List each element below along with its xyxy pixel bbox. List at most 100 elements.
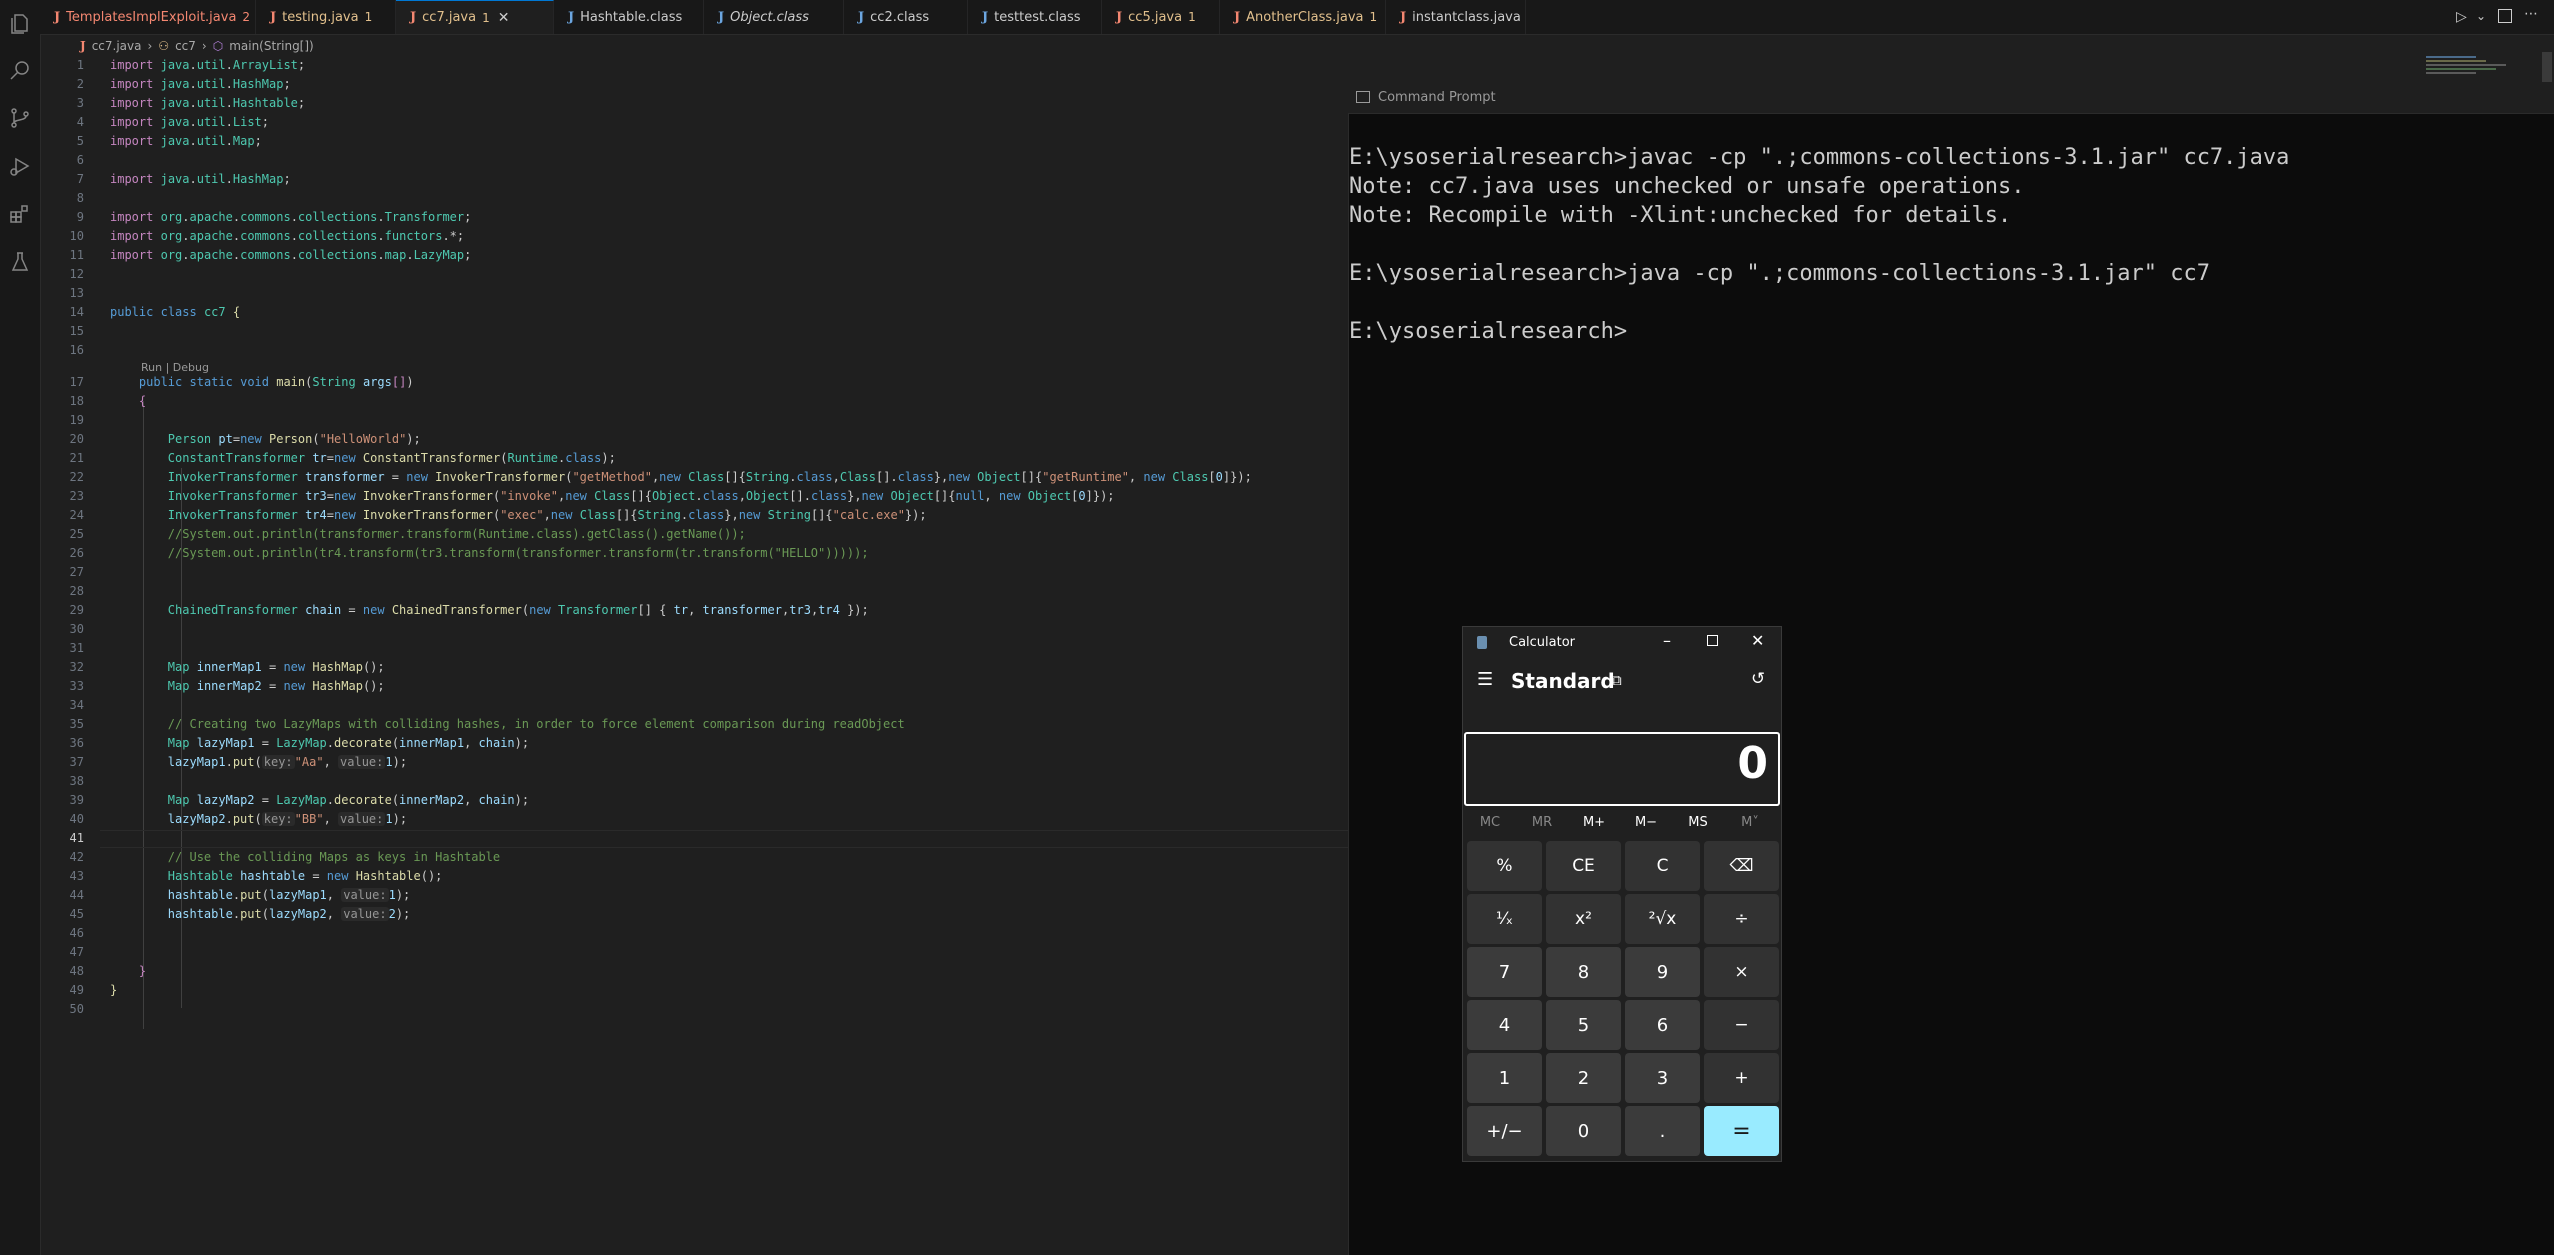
run-icon[interactable]: ▷ (2456, 9, 2467, 25)
code-line: Map lazyMap1 = LazyMap.decorate(innerMap… (167, 736, 530, 750)
memory-store-button[interactable]: MS (1673, 815, 1723, 830)
line-number: 4 (76, 115, 84, 129)
breadcrumb-method[interactable]: main(String[]) (229, 39, 314, 53)
line-number: 36 (69, 736, 84, 750)
line-number: 28 (69, 584, 84, 598)
line-number: 13 (69, 286, 84, 300)
memory-clear-button[interactable]: MC (1465, 815, 1515, 830)
digit-1-button[interactable]: 1 (1467, 1053, 1542, 1103)
close-icon[interactable]: ✕ (498, 10, 510, 26)
line-number: 43 (69, 869, 84, 883)
hamburger-menu-icon[interactable]: ☰ (1477, 669, 1493, 690)
backspace-button[interactable]: ⌫ (1704, 841, 1779, 891)
keep-on-top-icon[interactable]: ⧉ (1611, 671, 1622, 689)
subtract-button[interactable]: − (1704, 1000, 1779, 1050)
activity-bar (0, 0, 41, 1255)
extensions-icon[interactable] (8, 202, 32, 226)
digit-5-button[interactable]: 5 (1546, 1000, 1621, 1050)
search-icon[interactable] (8, 58, 32, 82)
breadcrumb-class[interactable]: cc7 (175, 39, 196, 53)
equals-button[interactable]: = (1704, 1106, 1779, 1156)
code-line: import java.util.ArrayList; (110, 58, 306, 72)
negate-button[interactable]: +/− (1467, 1106, 1542, 1156)
chevron-down-icon[interactable]: ⌄ (2476, 9, 2486, 23)
minimap-slider[interactable] (2542, 52, 2552, 82)
line-number: 12 (69, 267, 84, 281)
line-number: 37 (69, 755, 84, 769)
reciprocal-button[interactable]: ¹⁄ₓ (1467, 894, 1542, 944)
tab-testtest-class[interactable]: J testtest.class (968, 0, 1102, 34)
run-debug-codelens[interactable]: Run | Debug (141, 361, 209, 374)
digit-3-button[interactable]: 3 (1625, 1053, 1700, 1103)
line-number: 42 (69, 850, 84, 864)
memory-list-button[interactable]: M˅ (1725, 815, 1775, 830)
history-icon[interactable]: ↺ (1751, 669, 1765, 689)
line-number: 5 (76, 134, 84, 148)
percent-button[interactable]: % (1467, 841, 1542, 891)
digit-8-button[interactable]: 8 (1546, 947, 1621, 997)
explorer-icon[interactable] (8, 12, 32, 36)
memory-subtract-button[interactable]: M− (1621, 815, 1671, 830)
tab-hashtable-class[interactable]: J Hashtable.class (554, 0, 704, 34)
memory-recall-button[interactable]: MR (1517, 815, 1567, 830)
line-number: 48 (69, 964, 84, 978)
line-number: 15 (69, 324, 84, 338)
code-line: lazyMap2.put(key: "BB", value: 1); (167, 812, 408, 826)
digit-4-button[interactable]: 4 (1467, 1000, 1542, 1050)
testing-icon[interactable] (8, 250, 32, 274)
digit-6-button[interactable]: 6 (1625, 1000, 1700, 1050)
line-number: 19 (69, 413, 84, 427)
source-control-icon[interactable] (8, 106, 32, 130)
minimap[interactable] (2424, 52, 2554, 82)
close-icon[interactable]: ✕ (1751, 631, 1764, 650)
digit-2-button[interactable]: 2 (1546, 1053, 1621, 1103)
line-number: 38 (69, 774, 84, 788)
more-actions-icon[interactable]: ⋯ (2524, 6, 2538, 22)
tab-cc5[interactable]: J cc5.java 1 (1102, 0, 1220, 34)
code-line: public static void main(String args[]) (138, 375, 414, 389)
tab-templatesimplexploit[interactable]: J TemplatesImplExploit.java 2 (40, 0, 256, 34)
clear-button[interactable]: C (1625, 841, 1700, 891)
clear-entry-button[interactable]: CE (1546, 841, 1621, 891)
maximize-icon[interactable] (1707, 635, 1718, 646)
code-line: import org.apache.commons.collections.Tr… (110, 210, 472, 224)
square-button[interactable]: x² (1546, 894, 1621, 944)
line-number: 45 (69, 907, 84, 921)
terminal-line: Note: Recompile with -Xlint:unchecked fo… (1349, 203, 2012, 228)
line-number: 47 (69, 945, 84, 959)
breadcrumb-file[interactable]: cc7.java (92, 39, 142, 53)
minimap-line (2426, 72, 2476, 74)
tab-cc2-class[interactable]: J cc2.class (844, 0, 968, 34)
square-root-button[interactable]: ²√x (1625, 894, 1700, 944)
split-editor-icon[interactable] (2498, 9, 2512, 23)
code-line: import org.apache.commons.collections.fu… (110, 229, 465, 243)
code-editor[interactable]: Run | Debug 1 import java.util.ArrayList;… (40, 56, 1388, 1255)
digit-0-button[interactable]: 0 (1546, 1106, 1621, 1156)
code-line: import java.util.List; (110, 115, 270, 129)
minimap-line (2426, 60, 2486, 62)
java-file-icon: J (270, 9, 277, 25)
add-button[interactable]: + (1704, 1053, 1779, 1103)
minimize-icon[interactable]: – (1663, 631, 1671, 650)
calculator-display[interactable]: 0 (1464, 732, 1780, 806)
calculator-window[interactable]: Calculator – ✕ ☰ Standard ⧉ ↺ 0 MC MR M+ M−… (1462, 626, 1782, 1162)
multiply-button[interactable]: × (1704, 947, 1779, 997)
line-number: 35 (69, 717, 84, 731)
editor-tab-bar: J TemplatesImplExploit.java 2 J testing.… (40, 0, 2554, 35)
tab-testing[interactable]: J testing.java 1 (256, 0, 396, 34)
decimal-button[interactable]: . (1625, 1106, 1700, 1156)
run-debug-icon[interactable] (8, 154, 32, 178)
tab-cc7[interactable]: J cc7.java 1 ✕ (396, 0, 554, 34)
breadcrumb: J cc7.java › ⚇ cc7 › ⬡ main(String[]) (80, 36, 320, 56)
divide-button[interactable]: ÷ (1704, 894, 1779, 944)
code-line: lazyMap1.put(key: "Aa", value: 1); (167, 755, 408, 769)
digit-7-button[interactable]: 7 (1467, 947, 1542, 997)
tab-anotherclass[interactable]: J AnotherClass.java 1 (1220, 0, 1386, 34)
line-number: 40 (69, 812, 84, 826)
memory-add-button[interactable]: M+ (1569, 815, 1619, 830)
tab-instantclass[interactable]: J instantclass.java (1386, 0, 1526, 34)
tab-object-class[interactable]: J Object.class (704, 0, 844, 34)
digit-9-button[interactable]: 9 (1625, 947, 1700, 997)
line-number: 6 (76, 153, 84, 167)
calculator-title: Calculator (1509, 635, 1576, 650)
